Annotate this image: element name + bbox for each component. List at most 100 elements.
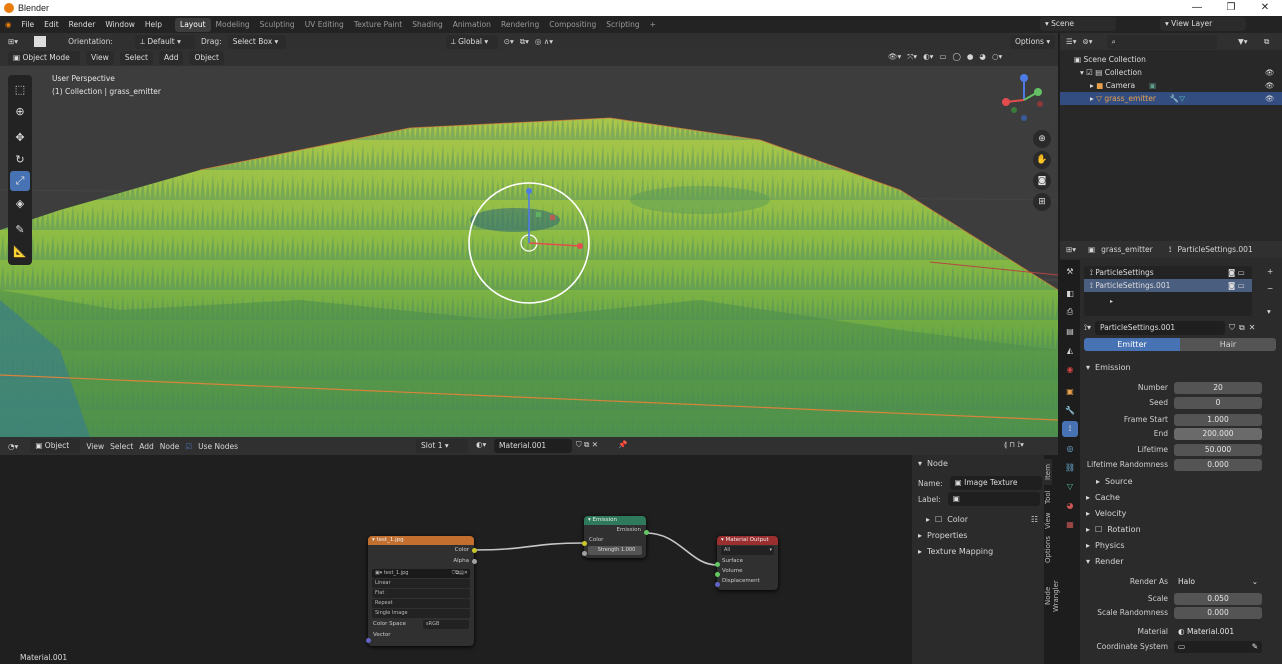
panel-color[interactable]: ▸ ☐ Color ☷	[926, 515, 1038, 524]
datablock-name-field[interactable]: ParticleSettings.001	[1095, 320, 1225, 335]
expand-arrow-icon[interactable]: ▾	[1080, 68, 1084, 77]
panel-velocity[interactable]: ▸ Velocity	[1086, 509, 1126, 518]
list-item-particle-settings-001[interactable]: ⟟ ParticleSettings.001 ◙ ▭	[1084, 279, 1252, 292]
xray-icon[interactable]: ▭	[939, 52, 946, 62]
datablock-type-icon[interactable]: ⟟▾	[1084, 323, 1091, 333]
scale-icon[interactable]: ⤢	[10, 171, 30, 191]
menu-window[interactable]: Window	[100, 20, 140, 29]
panel-source[interactable]: ▸ Source	[1096, 477, 1133, 486]
unlink-icon[interactable]: ✕	[1249, 323, 1256, 332]
fake-user-icon[interactable]: ⛉	[1229, 323, 1235, 333]
tab-tool[interactable]: Tool	[1044, 485, 1052, 509]
tab-view[interactable]: View	[1044, 509, 1052, 533]
tab-item[interactable]: Item	[1044, 459, 1052, 485]
maximize-button[interactable]: ❐	[1214, 0, 1248, 16]
panel-node[interactable]: ▾ Node	[918, 459, 948, 468]
alpha-output-socket[interactable]	[472, 559, 477, 564]
snap-node-icon[interactable]: ⟬ ⊓ ⟟▾	[1004, 440, 1024, 450]
panel-texture-mapping[interactable]: ▸ Texture Mapping	[918, 547, 993, 556]
material-name-field[interactable]: Material.001	[494, 439, 572, 453]
scene-tab-icon[interactable]: ◭	[1062, 342, 1078, 358]
tab-texture-paint[interactable]: Texture Paint	[349, 18, 407, 32]
drag-dropdown[interactable]: Select Box ▾	[227, 34, 286, 49]
tab-scripting[interactable]: Scripting	[601, 18, 644, 32]
tool-tab-icon[interactable]: ⚒	[1062, 263, 1078, 279]
use-nodes-checkbox[interactable]: ☑	[185, 442, 192, 451]
frame-end-field[interactable]: 200.000	[1174, 427, 1262, 440]
minimize-button[interactable]: —	[1180, 0, 1214, 16]
color-output-socket[interactable]	[472, 548, 477, 553]
panel-physics[interactable]: ▸ Physics	[1086, 541, 1125, 550]
object-tab-icon[interactable]: ▣	[1062, 383, 1078, 399]
strength-field[interactable]: Strength 1.000	[588, 546, 642, 555]
scene-selector[interactable]: ▾ Scene	[1040, 17, 1116, 31]
tab-node-wrangler[interactable]: Node Wrangler	[1044, 567, 1060, 625]
node-editor-type-icon[interactable]: ◔▾	[8, 442, 18, 451]
node-header[interactable]: ▾ test_1.jpg	[368, 536, 474, 545]
tab-rendering[interactable]: Rendering	[496, 18, 544, 32]
modifier-tab-icon[interactable]: 🔧	[1062, 402, 1078, 418]
vector-input-socket[interactable]	[366, 638, 371, 643]
scale-randomness-field[interactable]: 0.000	[1174, 606, 1262, 619]
node-label-field[interactable]: ▣	[947, 492, 1040, 506]
menu-edit[interactable]: Edit	[39, 20, 64, 29]
node-menu-add[interactable]: Add	[139, 442, 154, 451]
interpolation-dropdown[interactable]: Linear	[372, 579, 470, 588]
number-field[interactable]: 20	[1174, 381, 1262, 394]
tab-emitter[interactable]: Emitter	[1084, 338, 1180, 351]
options-dropdown[interactable]: Options ▾	[1010, 35, 1056, 49]
view-layer-selector[interactable]: ▾ View Layer	[1160, 17, 1246, 31]
extension-dropdown[interactable]: Repeat	[372, 599, 470, 608]
node-name-field[interactable]: ▣ Image Texture	[949, 476, 1042, 490]
image-texture-node[interactable]: ▾ test_1.jpg Color Alpha ▣▾ test_1.jpg ⛉…	[368, 536, 474, 646]
lifetime-randomness-field[interactable]: 0.000	[1174, 458, 1262, 471]
image-selector[interactable]: ▣▾ test_1.jpg ⛉⧉▤✕	[372, 569, 470, 578]
shading-material-icon[interactable]: ◕	[979, 52, 986, 62]
cursor-icon[interactable]: ⊕	[10, 101, 30, 121]
tab-options[interactable]: Options	[1044, 533, 1052, 567]
list-icon[interactable]: ☷	[1031, 515, 1038, 524]
viewport-menu-view[interactable]: View	[86, 51, 114, 65]
viewport-shading-controls[interactable]: 👁▾ ⤧▾ ◐▾ ▭ ◯ ● ◕ ○▾	[888, 52, 1002, 62]
lifetime-field[interactable]: 50.000	[1174, 443, 1262, 456]
remove-slot-button[interactable]: −	[1264, 282, 1277, 296]
outliner-row-camera[interactable]: ▸ ■ Camera ▣ 👁	[1060, 79, 1282, 92]
duplicate-icon[interactable]: ⧉	[1239, 323, 1245, 333]
outliner-row-grass-emitter[interactable]: ▸ ▽ grass_emitter 🔧 ▽ 👁	[1060, 92, 1282, 105]
mode-dropdown[interactable]: ▣ Object Mode	[8, 51, 80, 65]
menu-render[interactable]: Render	[64, 20, 101, 29]
pan-hand-icon[interactable]: ✋	[1033, 151, 1051, 169]
material-tab-icon[interactable]: ◕	[1062, 497, 1078, 513]
color-input-socket[interactable]	[582, 541, 587, 546]
coordinate-system-field[interactable]: ▭ ✎	[1174, 640, 1262, 653]
panel-properties[interactable]: ▸ Properties	[918, 531, 967, 540]
annotate-icon[interactable]: ✎	[10, 219, 30, 239]
orientation-dropdown[interactable]: ⟂ Default ▾	[134, 34, 195, 49]
slot-dropdown[interactable]: Slot 1 ▾	[416, 439, 468, 453]
shader-type-dropdown[interactable]: ▣ Object ▾	[30, 439, 81, 464]
tab-shading[interactable]: Shading	[407, 18, 447, 32]
colorspace-dropdown[interactable]: sRGB	[423, 620, 469, 629]
checkbox-icon[interactable]: ☐	[1095, 525, 1102, 534]
node-editor-canvas[interactable]: ▾ test_1.jpg Color Alpha ▣▾ test_1.jpg ⛉…	[0, 455, 912, 664]
node-menu-node[interactable]: Node	[160, 442, 180, 451]
add-slot-button[interactable]: +	[1264, 265, 1277, 279]
editor-type-icon[interactable]: ⊞▾	[8, 37, 18, 46]
tab-uv-editing[interactable]: UV Editing	[300, 18, 349, 32]
source-dropdown[interactable]: Single Image	[372, 609, 470, 618]
emission-output-socket[interactable]	[644, 530, 649, 535]
tab-layout[interactable]: Layout	[175, 17, 211, 32]
display-mode-icon[interactable]: ⊚▾	[1083, 37, 1093, 46]
transform-orientation-dropdown[interactable]: ⟂ Global ▾	[445, 34, 498, 49]
eyedropper-icon[interactable]: ✎	[1252, 641, 1258, 653]
menu-help[interactable]: Help	[140, 20, 167, 29]
target-dropdown[interactable]: All ▾	[721, 546, 774, 555]
panel-cache[interactable]: ▸ Cache	[1086, 493, 1120, 502]
viewport-menu-object[interactable]: Object	[189, 51, 224, 65]
list-item-particle-settings[interactable]: ⟟ ParticleSettings ◙ ▭	[1084, 266, 1252, 279]
material-output-node[interactable]: ▾ Material Output All ▾ Surface Volume Di…	[717, 536, 778, 590]
surface-input-socket[interactable]	[715, 562, 720, 567]
close-button[interactable]: ✕	[1248, 0, 1282, 16]
shading-solid-icon[interactable]: ●	[967, 52, 974, 62]
expand-arrow-icon[interactable]: ▸	[1090, 81, 1094, 90]
